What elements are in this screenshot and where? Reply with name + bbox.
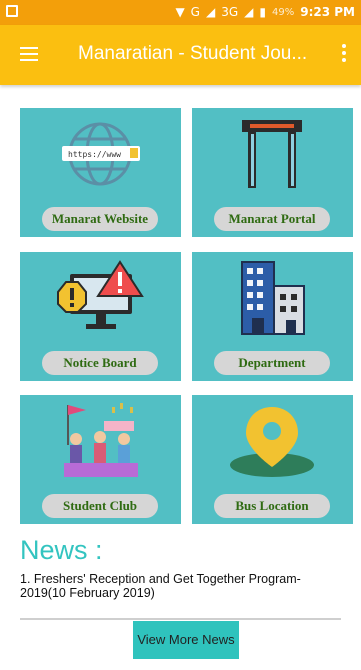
overflow-menu-icon[interactable] <box>341 44 347 64</box>
building-icon <box>241 261 305 335</box>
url-text: https://www <box>68 150 121 159</box>
hamburger-menu-icon[interactable] <box>20 47 38 61</box>
clock: 9:23 PM <box>300 5 355 19</box>
wifi-icon: ▼ <box>175 5 185 19</box>
tile-bus-location[interactable]: Bus Location <box>192 395 353 524</box>
tile-label: Student Club <box>42 494 158 518</box>
people-flag-icon <box>64 403 138 477</box>
battery-level: 49% <box>272 6 295 18</box>
tile-notice-board[interactable]: Notice Board <box>20 252 181 381</box>
news-item[interactable]: 1. Freshers' Reception and Get Together … <box>20 572 340 600</box>
status-icons: ▼ G ◢ 3G ◢ ▮ 49% 9:23 PM <box>175 5 355 19</box>
network-type: G <box>190 5 200 19</box>
tile-manarat-portal[interactable]: Manarat Portal <box>192 108 353 237</box>
alert-monitor-icon <box>57 260 144 329</box>
network-type-2: 3G <box>221 5 239 19</box>
tile-label: Manarat Portal <box>214 207 330 231</box>
tile-department[interactable]: Department <box>192 252 353 381</box>
map-pin-icon <box>230 407 314 477</box>
signal-icon-2: ◢ <box>244 5 254 19</box>
tile-label: Bus Location <box>214 494 330 518</box>
app-title: Manaratian - Student Jou... <box>78 43 308 64</box>
signal-icon: ◢ <box>205 5 216 19</box>
status-bar: ▼ G ◢ 3G ◢ ▮ 49% 9:23 PM <box>0 0 361 25</box>
divider <box>20 618 341 620</box>
view-more-news-button[interactable]: View More News <box>133 621 239 659</box>
tile-label: Department <box>214 351 330 375</box>
tile-label: Notice Board <box>42 351 158 375</box>
app-bar: Manaratian - Student Jou... <box>0 25 361 85</box>
tile-manarat-website[interactable]: https://www Manarat Website <box>20 108 181 237</box>
battery-icon: ▮ <box>259 5 266 19</box>
tile-student-club[interactable]: Student Club <box>20 395 181 524</box>
globe-icon: https://www <box>62 122 140 186</box>
tile-label: Manarat Website <box>42 207 158 231</box>
notification-icon <box>6 5 18 17</box>
security-gate-icon <box>242 120 302 188</box>
news-heading: News : <box>20 535 103 565</box>
